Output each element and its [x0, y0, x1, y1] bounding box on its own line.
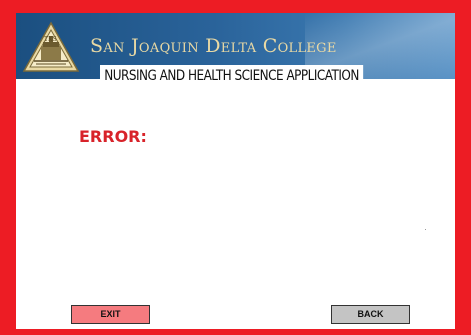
svg-text:TKS: TKS — [44, 36, 57, 43]
error-label: ERROR: — [79, 127, 147, 146]
college-name: San Joaquin Delta College — [90, 35, 337, 57]
stray-dot — [425, 229, 426, 230]
college-seal-icon: TKS — [22, 21, 80, 72]
back-button[interactable]: BACK — [331, 305, 410, 324]
window-frame: TKS San Joaquin Delta College NURSING AN… — [0, 0, 471, 335]
exit-button[interactable]: EXIT — [71, 305, 150, 324]
content-panel: TKS San Joaquin Delta College NURSING AN… — [16, 13, 455, 329]
application-title: NURSING AND HEALTH SCIENCE APPLICATION — [100, 65, 364, 87]
